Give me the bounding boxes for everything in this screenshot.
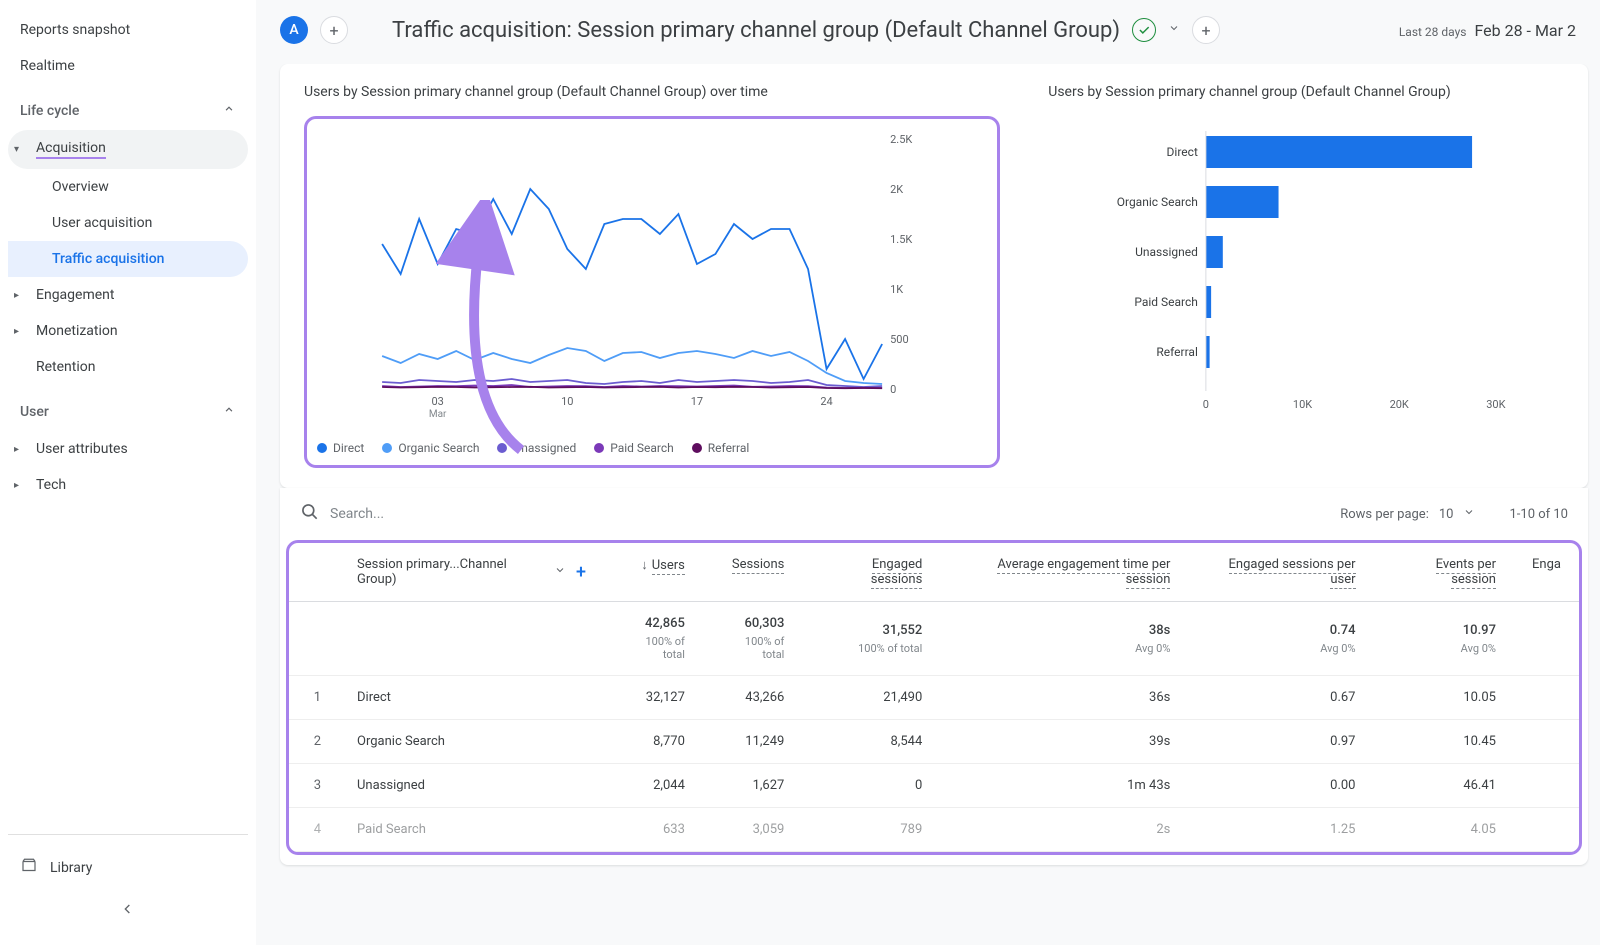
- page-header: A + Traffic acquisition: Session primary…: [256, 0, 1600, 64]
- legend-item[interactable]: Direct: [317, 441, 364, 455]
- add-dimension-button[interactable]: +: [576, 562, 586, 583]
- bar-chart-title: Users by Session primary channel group (…: [1048, 84, 1564, 100]
- legend-item[interactable]: Paid Search: [594, 441, 674, 455]
- svg-text:30K: 30K: [1486, 398, 1505, 411]
- svg-text:2.5K: 2.5K: [890, 133, 912, 146]
- chevron-up-icon: [222, 403, 236, 421]
- col-sessions[interactable]: Sessions: [703, 543, 802, 602]
- chevron-down-icon[interactable]: [1168, 22, 1180, 38]
- collapse-sidebar-button[interactable]: [8, 889, 248, 933]
- nav-traffic-acquisition[interactable]: Traffic acquisition: [8, 241, 248, 277]
- nav-user-attributes[interactable]: ▸User attributes: [8, 431, 248, 467]
- table-row[interactable]: 1Direct32,12743,26621,49036s0.6710.05: [289, 676, 1579, 720]
- search-icon: [300, 502, 320, 526]
- col-eng-per-user[interactable]: Engaged sessions per user: [1188, 543, 1373, 602]
- svg-text:24: 24: [820, 395, 832, 408]
- sidebar: Reports snapshot Realtime Life cycle ▾ A…: [0, 0, 256, 945]
- pagination-text: 1-10 of 10: [1509, 507, 1568, 522]
- svg-text:Direct: Direct: [1167, 145, 1198, 159]
- svg-text:Mar: Mar: [429, 409, 447, 420]
- svg-text:20K: 20K: [1390, 398, 1409, 411]
- line-chart-title: Users by Session primary channel group (…: [304, 84, 1000, 100]
- svg-text:03: 03: [431, 395, 443, 408]
- add-comparison-button[interactable]: +: [320, 16, 348, 44]
- legend-item[interactable]: Unassigned: [497, 441, 576, 455]
- svg-text:Unassigned: Unassigned: [1135, 245, 1198, 259]
- nav-reports-snapshot[interactable]: Reports snapshot: [8, 12, 248, 48]
- data-table: Session primary...Channel Group) + ↓User…: [289, 543, 1579, 852]
- col-truncated[interactable]: Enga: [1514, 543, 1579, 602]
- page-title: Traffic acquisition: Session primary cha…: [392, 18, 1120, 43]
- nav-tech[interactable]: ▸Tech: [8, 467, 248, 503]
- svg-text:10K: 10K: [1293, 398, 1312, 411]
- col-avg-eng-time[interactable]: Average engagement time per session: [940, 543, 1188, 602]
- customize-report-button[interactable]: +: [1192, 16, 1220, 44]
- line-chart[interactable]: 0 500 1K 1.5K 2K 2.5K 03Mar 10 17 24: [317, 129, 987, 429]
- svg-text:0: 0: [890, 383, 896, 396]
- svg-text:Organic Search: Organic Search: [1117, 195, 1198, 209]
- nav-realtime[interactable]: Realtime: [8, 48, 248, 84]
- bar-chart-panel: Users by Session primary channel group (…: [1024, 64, 1588, 488]
- avatar[interactable]: A: [280, 16, 308, 44]
- svg-text:2K: 2K: [890, 183, 903, 196]
- nav-section-user[interactable]: User: [8, 393, 248, 431]
- dimension-column-header[interactable]: Session primary...Channel Group) +: [339, 543, 604, 602]
- chevron-down-icon: [1463, 506, 1475, 522]
- svg-text:1K: 1K: [890, 283, 903, 296]
- caret-right-icon: ▸: [14, 480, 19, 491]
- nav-engagement[interactable]: ▸Engagement: [8, 277, 248, 313]
- svg-text:Paid Search: Paid Search: [1135, 295, 1199, 309]
- col-events-per-session[interactable]: Events per session: [1374, 543, 1514, 602]
- table-row[interactable]: 2Organic Search8,77011,2498,54439s0.9710…: [289, 720, 1579, 764]
- nav-monetization[interactable]: ▸Monetization: [8, 313, 248, 349]
- charts-card: Users by Session primary channel group (…: [280, 64, 1588, 488]
- line-chart-legend: Direct Organic Search Unassigned Paid Searc…: [317, 441, 987, 455]
- nav-acquisition[interactable]: ▾ Acquisition: [8, 130, 248, 169]
- table-row[interactable]: 3Unassigned2,0441,62701m 43s0.0046.41: [289, 764, 1579, 808]
- nav-user-acquisition[interactable]: User acquisition: [8, 205, 248, 241]
- svg-text:1.5K: 1.5K: [890, 233, 912, 246]
- svg-text:10: 10: [561, 395, 573, 408]
- nav-overview[interactable]: Overview: [8, 169, 248, 205]
- bar-chart[interactable]: Direct Organic Search Unassigned Paid Searc…: [1048, 116, 1564, 416]
- sort-desc-icon: ↓: [641, 558, 648, 573]
- table-card: Rows per page: 10 1-10 of 10 Session pri…: [280, 488, 1588, 865]
- nav-section-lifecycle[interactable]: Life cycle: [8, 92, 248, 130]
- col-users[interactable]: ↓Users: [604, 543, 703, 602]
- chevron-up-icon: [222, 102, 236, 120]
- nav-library[interactable]: Library: [8, 847, 248, 889]
- svg-text:500: 500: [890, 333, 909, 346]
- svg-text:Referral: Referral: [1157, 345, 1199, 359]
- search-input[interactable]: [330, 506, 530, 522]
- nav-retention[interactable]: Retention: [8, 349, 248, 385]
- main-content: A + Traffic acquisition: Session primary…: [256, 0, 1600, 945]
- library-icon: [20, 857, 38, 879]
- line-chart-panel: Users by Session primary channel group (…: [280, 64, 1024, 488]
- caret-right-icon: ▸: [14, 290, 19, 301]
- caret-down-icon: ▾: [14, 144, 19, 155]
- legend-item[interactable]: Organic Search: [382, 441, 479, 455]
- caret-right-icon: ▸: [14, 444, 19, 455]
- legend-item[interactable]: Referral: [692, 441, 750, 455]
- col-engaged-sessions[interactable]: Engaged sessions: [802, 543, 940, 602]
- rows-per-page[interactable]: Rows per page: 10: [1340, 506, 1475, 522]
- verified-icon[interactable]: [1132, 18, 1156, 42]
- date-range-picker[interactable]: Last 28 days Feb 28 - Mar 2: [1399, 21, 1576, 40]
- svg-text:17: 17: [691, 395, 703, 408]
- table-search[interactable]: [300, 502, 1326, 526]
- caret-right-icon: ▸: [14, 326, 19, 337]
- chevron-down-icon: [554, 564, 566, 580]
- table-row[interactable]: 4Paid Search6333,0597892s1.254.05: [289, 808, 1579, 852]
- svg-text:0: 0: [1203, 398, 1209, 411]
